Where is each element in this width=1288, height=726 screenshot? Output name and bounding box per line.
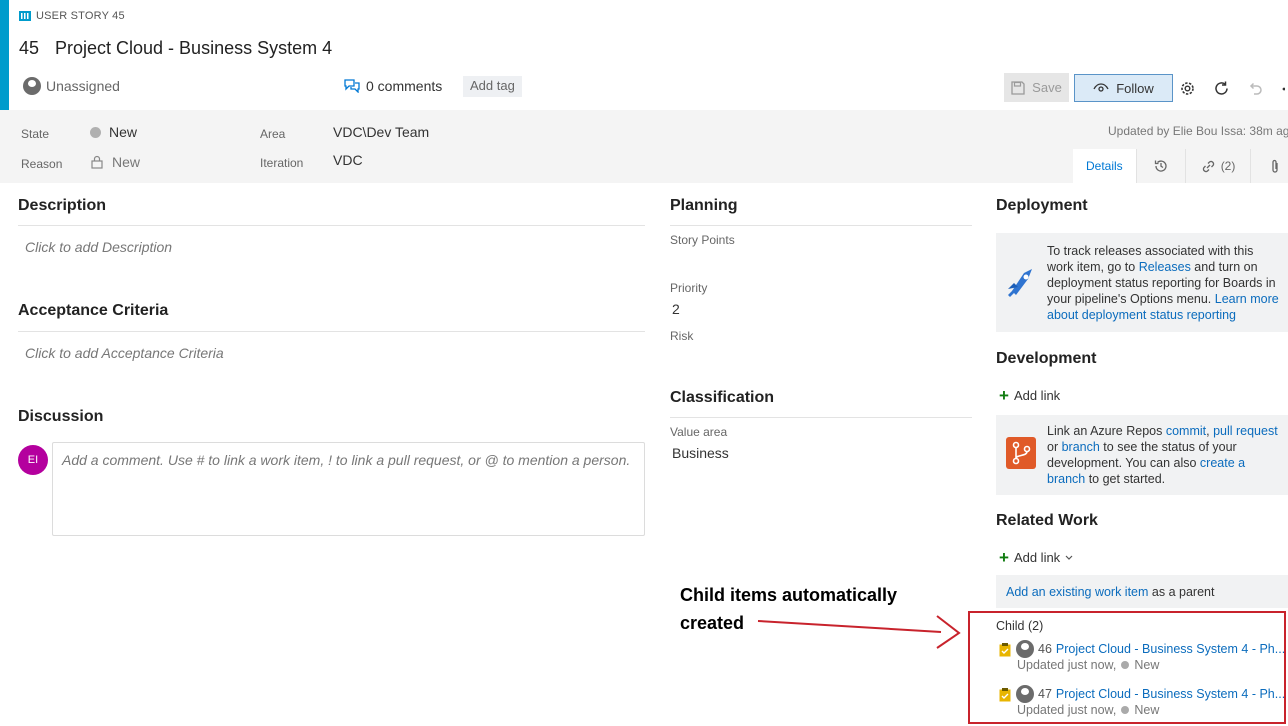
area-label: Area <box>260 127 286 141</box>
description-divider <box>18 225 645 226</box>
reason-field[interactable]: New <box>90 154 140 170</box>
priority-field[interactable]: 2 <box>672 301 680 317</box>
pull-request-link[interactable]: pull request <box>1213 424 1278 438</box>
tab-attachments[interactable] <box>1251 149 1288 183</box>
attachment-icon <box>1272 159 1279 173</box>
tab-history[interactable] <box>1137 149 1186 183</box>
branch-link[interactable]: branch <box>1062 440 1100 454</box>
work-item-title[interactable]: Project Cloud - Business System 4 <box>55 38 332 59</box>
comment-input[interactable]: Add a comment. Use # to link a work item… <box>52 442 645 536</box>
development-text-4: to get started. <box>1085 472 1166 486</box>
priority-label: Priority <box>670 281 708 295</box>
lock-icon <box>91 155 103 169</box>
user-avatar: EI <box>18 445 48 475</box>
deployment-info-box: To track releases associated with this w… <box>996 233 1288 332</box>
add-tag-button[interactable]: Add tag <box>463 76 522 97</box>
risk-field[interactable] <box>670 346 970 366</box>
classification-divider <box>670 417 972 418</box>
state-dot-icon <box>90 126 101 138</box>
eye-icon <box>1093 83 1109 92</box>
related-work-title: Related Work <box>996 512 1098 529</box>
iteration-field[interactable]: VDC <box>333 152 363 168</box>
value-area-label: Value area <box>670 425 728 439</box>
plus-icon: + <box>999 548 1009 567</box>
tab-details[interactable]: Details <box>1073 149 1137 183</box>
reason-label: Reason <box>21 157 63 171</box>
assignee-text: Unassigned <box>46 78 120 94</box>
annotation-arrow-icon <box>757 615 961 649</box>
save-label: Save <box>1032 80 1062 95</box>
add-existing-parent-box: Add an existing work item as a parent <box>996 575 1288 608</box>
state-value: New <box>109 124 138 140</box>
user-story-icon <box>19 11 31 21</box>
development-add-link-button[interactable]: + Add link <box>999 386 1061 405</box>
development-title: Development <box>996 350 1097 367</box>
assignee-picker[interactable]: Unassigned <box>23 77 120 95</box>
follow-button[interactable]: Follow <box>1074 74 1173 102</box>
area-field[interactable]: VDC\Dev Team <box>333 124 429 140</box>
comments-icon <box>344 79 360 93</box>
work-item-type-color-bar <box>0 0 9 110</box>
save-button[interactable]: Save <box>1004 73 1069 102</box>
comments-link[interactable]: 0 comments <box>344 78 442 94</box>
development-text-1: Link an Azure Repos <box>1047 424 1166 438</box>
work-item-type-text: USER STORY 45 <box>36 10 125 22</box>
related-work-add-link-button[interactable]: + Add link <box>999 548 1073 567</box>
commit-link[interactable]: commit <box>1166 424 1206 438</box>
development-text: Link an Azure Repos commit, pull request… <box>1047 423 1285 487</box>
settings-gear-icon[interactable] <box>1176 77 1198 99</box>
undo-icon[interactable] <box>1244 77 1266 99</box>
more-actions-icon[interactable] <box>1272 77 1288 99</box>
updated-by-text: Updated by Elie Bou Issa: 38m ag <box>1108 124 1288 138</box>
work-item-type-label: USER STORY 45 <box>19 10 125 22</box>
annotation-highlight-box <box>968 611 1286 724</box>
state-label: State <box>21 127 50 141</box>
work-item-id: 45 <box>19 38 40 58</box>
follow-label: Follow <box>1116 80 1154 96</box>
plus-icon: + <box>999 386 1009 405</box>
deployment-text: To track releases associated with this w… <box>1047 243 1283 323</box>
comments-count: 0 comments <box>366 78 443 94</box>
pipelines-rocket-icon <box>1008 269 1032 297</box>
story-points-field[interactable] <box>670 250 970 270</box>
history-icon <box>1154 160 1167 172</box>
releases-link[interactable]: Releases <box>1139 260 1191 274</box>
development-info-box: Link an Azure Repos commit, pull request… <box>996 415 1288 495</box>
annotation-line-1: Child items automatically <box>680 585 898 605</box>
chevron-down-icon <box>1065 555 1073 560</box>
as-parent-text: as a parent <box>1148 585 1215 599</box>
refresh-icon[interactable] <box>1210 77 1232 99</box>
value-area-field[interactable]: Business <box>672 445 729 461</box>
state-field[interactable]: New <box>90 124 137 140</box>
link-icon <box>1202 160 1214 172</box>
description-editor[interactable]: Click to add Description <box>25 239 172 255</box>
discussion-title: Discussion <box>18 408 104 425</box>
repos-branch-icon <box>1006 437 1036 469</box>
acceptance-divider <box>18 331 645 332</box>
development-add-link-label: Add link <box>1013 388 1061 403</box>
work-item-tabs: Details (2) <box>1073 149 1288 183</box>
save-icon <box>1011 80 1025 95</box>
development-text-2: or <box>1047 440 1062 454</box>
unassigned-avatar-icon <box>23 77 41 95</box>
planning-divider <box>670 225 972 226</box>
description-title: Description <box>18 197 107 214</box>
story-points-label: Story Points <box>670 233 735 247</box>
links-count: (2) <box>1220 159 1236 173</box>
deployment-title: Deployment <box>996 197 1088 214</box>
tab-links[interactable]: (2) <box>1186 149 1252 183</box>
add-existing-work-item-link[interactable]: Add an existing work item <box>1006 585 1148 599</box>
risk-label: Risk <box>670 329 694 343</box>
reason-value: New <box>112 154 141 170</box>
iteration-label: Iteration <box>260 156 304 170</box>
acceptance-criteria-editor[interactable]: Click to add Acceptance Criteria <box>25 345 224 361</box>
classification-title: Classification <box>670 389 775 406</box>
acceptance-criteria-title: Acceptance Criteria <box>18 302 169 319</box>
related-add-link-label: Add link <box>1013 550 1061 565</box>
planning-title: Planning <box>670 197 738 214</box>
